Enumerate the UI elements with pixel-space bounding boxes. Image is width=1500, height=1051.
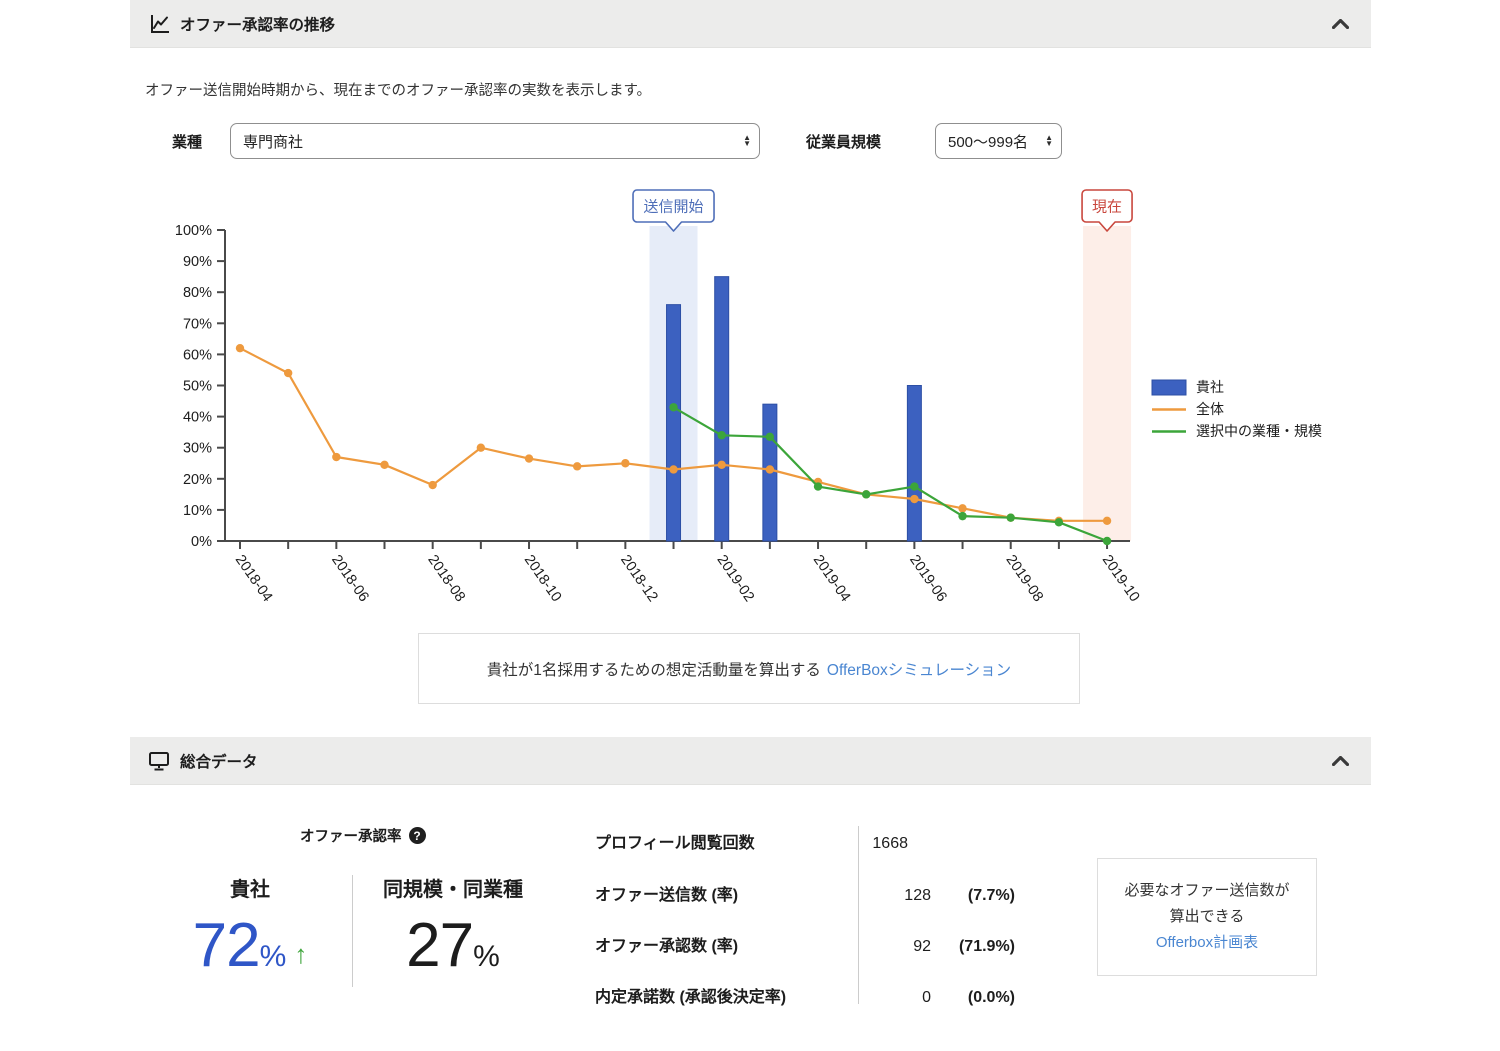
summary-panel: 総合データ オファー承認率 ? 貴社 72 % ↑ 同規模・同業種 27 — [130, 737, 1371, 1051]
monitor-icon — [148, 751, 170, 771]
approval-rate-heading-text: オファー承認率 — [300, 825, 402, 846]
company-rate-unit: % — [260, 940, 287, 974]
svg-text:送信開始: 送信開始 — [644, 199, 704, 216]
stat-label: オファー送信数 (率) — [595, 881, 863, 905]
employee-scale-select-value: 500〜999名 — [948, 131, 1028, 152]
svg-text:2018-06: 2018-06 — [328, 552, 372, 605]
line-chart-icon — [148, 13, 170, 35]
vertical-divider — [352, 875, 353, 987]
select-arrows-icon: ▲▼ — [743, 135, 751, 147]
employee-scale-label: 従業員規模 — [806, 131, 881, 152]
company-rate-number: 72 — [193, 910, 260, 981]
simulation-text: 貴社が1名採用するための想定活動量を算出する — [487, 658, 821, 680]
approval-rate-chart: 0% 10% 20% 30% 40% 50% 60% 70% 80% 90% 100% 2018-04… — [140, 185, 1380, 640]
company-rate-value: 72 % ↑ — [170, 910, 330, 981]
peer-label: 同規模・同業種 — [373, 873, 533, 902]
svg-text:0%: 0% — [191, 534, 212, 550]
plan-box-text: 算出できる — [1170, 904, 1245, 930]
svg-text:全体: 全体 — [1196, 401, 1224, 417]
plan-box: 必要なオファー送信数が 算出できる Offerbox計画表 — [1097, 858, 1317, 976]
trend-up-icon: ↑ — [294, 939, 307, 970]
svg-text:100%: 100% — [175, 223, 212, 239]
svg-text:2018-08: 2018-08 — [424, 552, 468, 605]
simulation-banner: 貴社が1名採用するための想定活動量を算出する OfferBoxシミュレーション — [418, 633, 1080, 704]
stat-rate: (7.7%) — [931, 887, 1015, 905]
industry-select[interactable]: 専門商社 ▲▼ — [230, 123, 760, 159]
bar-series — [667, 277, 922, 541]
svg-text:80%: 80% — [183, 285, 212, 301]
svg-text:2019-02: 2019-02 — [713, 552, 757, 605]
stat-row-offers-sent: オファー送信数 (率) 128 (7.7%) — [595, 881, 1015, 905]
stat-row-offers-accepted: 内定承諾数 (承認後決定率) 0 (0.0%) — [595, 983, 1015, 1007]
summary-header: 総合データ — [130, 737, 1371, 785]
plan-box-text: 必要なオファー送信数が — [1124, 878, 1289, 904]
highlight-band — [1083, 226, 1131, 541]
svg-text:20%: 20% — [183, 472, 212, 488]
svg-text:2018-04: 2018-04 — [232, 552, 276, 605]
company-label: 貴社 — [170, 873, 330, 902]
simulation-link[interactable]: OfferBoxシミュレーション — [827, 658, 1011, 680]
svg-text:現在: 現在 — [1092, 199, 1122, 216]
stat-label: オファー承認数 (率) — [595, 932, 863, 956]
peer-rate-block: 同規模・同業種 27 % — [373, 873, 533, 981]
industry-label: 業種 — [172, 131, 202, 152]
chart-description: オファー送信開始時期から、現在までのオファー承認率の実数を表示します。 — [145, 79, 651, 100]
approval-trend-header: オファー承認率の推移 — [130, 0, 1371, 48]
svg-text:10%: 10% — [183, 503, 212, 519]
panel-title: 総合データ — [180, 750, 258, 772]
svg-text:2018-10: 2018-10 — [521, 552, 565, 605]
svg-text:70%: 70% — [183, 316, 212, 332]
svg-text:選択中の業種・規模: 選択中の業種・規模 — [1196, 423, 1322, 439]
stat-row-offers-approved: オファー承認数 (率) 92 (71.9%) — [595, 932, 1015, 956]
plan-sheet-link[interactable]: Offerbox計画表 — [1156, 930, 1258, 956]
stat-value: 128 — [863, 887, 931, 905]
approval-rate-heading: オファー承認率 ? — [300, 825, 426, 846]
help-icon[interactable]: ? — [409, 827, 426, 844]
employee-scale-select[interactable]: 500〜999名 ▲▼ — [935, 123, 1062, 159]
svg-text:40%: 40% — [183, 410, 212, 426]
line-series — [669, 403, 1111, 545]
stat-value: 1668 — [846, 835, 975, 853]
svg-text:貴社: 貴社 — [1196, 379, 1224, 395]
dashboard-page: オファー承認率の推移 オファー送信開始時期から、現在までのオファー承認率の実数を… — [0, 0, 1500, 1051]
svg-text:90%: 90% — [183, 254, 212, 270]
peer-rate-unit: % — [473, 940, 500, 974]
stat-value: 92 — [863, 938, 931, 956]
collapse-chevron-icon[interactable] — [1328, 752, 1353, 770]
svg-text:2019-06: 2019-06 — [906, 552, 950, 605]
svg-text:60%: 60% — [183, 347, 212, 363]
collapse-chevron-icon[interactable] — [1328, 15, 1353, 33]
svg-text:50%: 50% — [183, 379, 212, 395]
stat-row-profile-views: プロフィール閲覧回数 1668 — [595, 829, 1015, 853]
stat-rate: (0.0%) — [931, 989, 1015, 1007]
svg-text:2019-04: 2019-04 — [810, 552, 854, 605]
peer-rate-value: 27 % — [373, 910, 533, 981]
industry-select-value: 専門商社 — [243, 131, 303, 152]
svg-text:2019-08: 2019-08 — [1002, 552, 1046, 605]
peer-rate-number: 27 — [406, 910, 473, 981]
company-rate-block: 貴社 72 % ↑ — [170, 873, 330, 981]
approval-trend-panel: オファー承認率の推移 オファー送信開始時期から、現在までのオファー承認率の実数を… — [130, 0, 1371, 720]
stat-label: 内定承諾数 (承認後決定率) — [595, 983, 863, 1007]
svg-text:2019-10: 2019-10 — [1099, 552, 1143, 605]
panel-title: オファー承認率の推移 — [180, 13, 335, 35]
svg-text:30%: 30% — [183, 441, 212, 457]
stat-rate: (71.9%) — [931, 938, 1015, 956]
stat-value: 0 — [863, 989, 931, 1007]
select-arrows-icon: ▲▼ — [1045, 135, 1053, 147]
svg-text:2018-12: 2018-12 — [617, 552, 661, 605]
stat-label: プロフィール閲覧回数 — [595, 829, 846, 853]
